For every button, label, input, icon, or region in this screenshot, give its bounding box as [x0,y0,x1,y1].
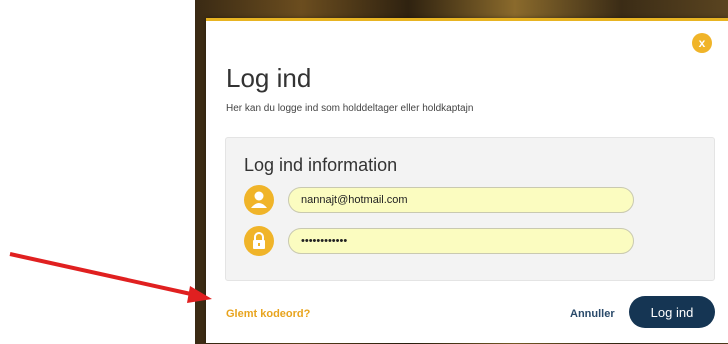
annotation-arrow [9,252,212,303]
